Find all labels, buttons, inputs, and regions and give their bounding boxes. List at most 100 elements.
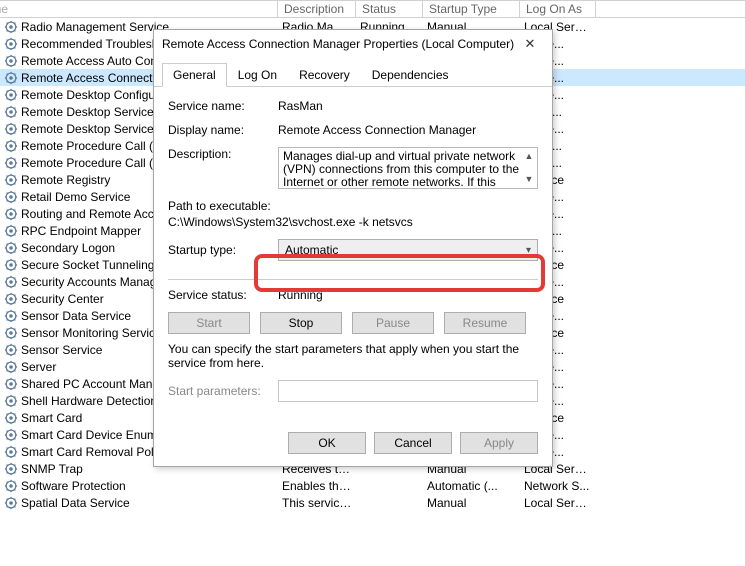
- service-name: Secondary Logon: [21, 241, 115, 255]
- gear-icon: [4, 54, 18, 68]
- dialog-buttons: OK Cancel Apply: [154, 424, 552, 466]
- service-name: Remote Registry: [21, 173, 110, 187]
- pause-button: Pause: [352, 312, 434, 334]
- gear-icon: [4, 462, 18, 476]
- label-params: Start parameters:: [168, 384, 278, 398]
- tab-dependencies[interactable]: Dependencies: [361, 63, 460, 87]
- tab-logon[interactable]: Log On: [227, 63, 288, 87]
- startup-value: Automatic: [285, 243, 338, 257]
- col-status[interactable]: Status: [356, 1, 423, 17]
- gear-icon: [4, 309, 18, 323]
- value-display-name: Remote Access Connection Manager: [278, 123, 538, 137]
- service-name: Remote Desktop Services: [21, 105, 160, 119]
- gear-icon: [4, 173, 18, 187]
- description-box[interactable]: Manages dial-up and virtual private netw…: [278, 147, 538, 189]
- gear-icon: [4, 190, 18, 204]
- gear-icon: [4, 496, 18, 510]
- service-name: Security Center: [21, 292, 104, 306]
- gear-icon: [4, 360, 18, 374]
- divider: [168, 279, 538, 280]
- general-panel: Service name: RasMan Display name: Remot…: [154, 87, 552, 424]
- service-name: Security Accounts Manager: [21, 275, 167, 289]
- gear-icon: [4, 428, 18, 442]
- col-logon[interactable]: Log On As: [520, 1, 596, 17]
- tab-recovery[interactable]: Recovery: [288, 63, 361, 87]
- col-startup[interactable]: Startup Type: [423, 1, 520, 17]
- description-text: Manages dial-up and virtual private netw…: [283, 149, 519, 189]
- col-name[interactable]: Name: [0, 1, 278, 17]
- ok-button[interactable]: OK: [288, 432, 366, 454]
- params-note: You can specify the start parameters tha…: [168, 342, 538, 370]
- gear-icon: [4, 122, 18, 136]
- cancel-button[interactable]: Cancel: [374, 432, 452, 454]
- chevron-down-icon[interactable]: ▼: [525, 173, 534, 186]
- dialog-title: Remote Access Connection Manager Propert…: [162, 37, 516, 51]
- gear-icon: [4, 224, 18, 238]
- service-name: Sensor Service: [21, 343, 102, 357]
- label-description: Description:: [168, 147, 278, 161]
- service-name: Shell Hardware Detection: [21, 394, 157, 408]
- start-button: Start: [168, 312, 250, 334]
- service-name: Sensor Monitoring Service: [21, 326, 162, 340]
- tab-general[interactable]: General: [162, 63, 227, 87]
- service-name: SNMP Trap: [21, 462, 83, 476]
- gear-icon: [4, 292, 18, 306]
- service-name: Smart Card: [21, 411, 82, 425]
- stop-button[interactable]: Stop: [260, 312, 342, 334]
- value-path: C:\Windows\System32\svchost.exe -k netsv…: [168, 215, 538, 229]
- tabstrip: General Log On Recovery Dependencies: [154, 58, 552, 87]
- cell-desc: Enables the ...: [278, 479, 356, 493]
- service-name: Server: [21, 360, 56, 374]
- cell-startup: Automatic (...: [423, 479, 520, 493]
- label-service-name: Service name:: [168, 99, 278, 113]
- cell-logon: Network S...: [520, 479, 596, 493]
- control-buttons: Start Stop Pause Resume: [168, 312, 538, 334]
- gear-icon: [4, 377, 18, 391]
- label-status: Service status:: [168, 288, 278, 302]
- label-path: Path to executable:: [168, 199, 538, 213]
- close-icon[interactable]: ✕: [516, 36, 544, 52]
- dialog-titlebar[interactable]: Remote Access Connection Manager Propert…: [154, 30, 552, 58]
- gear-icon: [4, 20, 18, 34]
- cell-startup: Manual: [423, 496, 520, 510]
- label-startup: Startup type:: [168, 243, 278, 257]
- service-name: RPC Endpoint Mapper: [21, 224, 141, 238]
- gear-icon: [4, 241, 18, 255]
- gear-icon: [4, 258, 18, 272]
- description-scrollbar[interactable]: ▲ ▼: [521, 148, 537, 188]
- gear-icon: [4, 207, 18, 221]
- cell-logon: Local Service: [520, 496, 596, 510]
- gear-icon: [4, 343, 18, 357]
- start-parameters-input: [278, 380, 538, 402]
- gear-icon: [4, 445, 18, 459]
- gear-icon: [4, 139, 18, 153]
- gear-icon: [4, 275, 18, 289]
- gear-icon: [4, 326, 18, 340]
- apply-button: Apply: [460, 432, 538, 454]
- gear-icon: [4, 71, 18, 85]
- value-status: Running: [278, 288, 538, 302]
- service-name: Sensor Data Service: [21, 309, 131, 323]
- chevron-down-icon: ▾: [526, 245, 531, 256]
- service-name: Smart Card Removal Policy: [21, 445, 168, 459]
- service-name: Spatial Data Service: [21, 496, 130, 510]
- service-name: Software Protection: [21, 479, 126, 493]
- service-name: Retail Demo Service: [21, 190, 130, 204]
- properties-dialog: Remote Access Connection Manager Propert…: [153, 29, 553, 467]
- gear-icon: [4, 156, 18, 170]
- value-service-name: RasMan: [278, 99, 538, 113]
- cell-desc: This service ...: [278, 496, 356, 510]
- table-row[interactable]: Software Protection Enables the ... Automa…: [0, 477, 745, 494]
- resume-button: Resume: [444, 312, 526, 334]
- gear-icon: [4, 37, 18, 51]
- gear-icon: [4, 88, 18, 102]
- table-row[interactable]: Spatial Data Service This service ... Manu…: [0, 494, 745, 511]
- service-name: Routing and Remote Access: [21, 207, 172, 221]
- gear-icon: [4, 394, 18, 408]
- gear-icon: [4, 411, 18, 425]
- chevron-up-icon[interactable]: ▲: [525, 150, 534, 163]
- startup-type-select[interactable]: Automatic ▾: [278, 239, 538, 261]
- gear-icon: [4, 479, 18, 493]
- col-desc[interactable]: Description: [278, 1, 356, 17]
- label-display-name: Display name:: [168, 123, 278, 137]
